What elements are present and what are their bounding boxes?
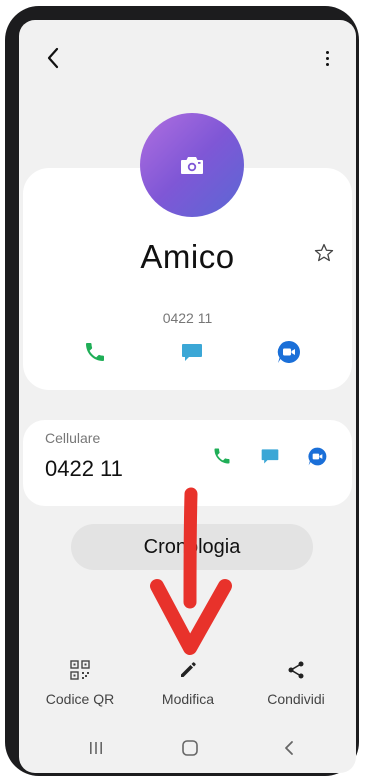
back-button[interactable]	[41, 44, 65, 72]
contact-detail-screen: Amico 0422 11 Cellulare 0422 11 Cronolog…	[19, 20, 356, 773]
edit-label: Modifica	[161, 691, 215, 707]
phone-frame: Amico 0422 11 Cellulare 0422 11 Cronolog…	[5, 6, 359, 776]
call-button[interactable]	[80, 337, 110, 367]
system-back-button[interactable]	[269, 734, 309, 762]
qr-code-label: Codice QR	[45, 691, 115, 707]
recent-apps-button[interactable]	[76, 734, 116, 762]
contact-avatar[interactable]	[140, 113, 244, 217]
history-button[interactable]: Cronologia	[71, 524, 313, 570]
camera-icon	[181, 157, 203, 174]
contact-name: Amico	[140, 238, 235, 275]
phone-type-label: Cellulare	[45, 430, 101, 446]
entry-video-call-button[interactable]	[302, 441, 332, 471]
message-icon	[261, 449, 279, 464]
pencil-icon	[181, 662, 196, 677]
phone-number-value: 0422 11	[45, 456, 123, 481]
system-navigation-bar	[19, 726, 356, 770]
video-call-icon	[307, 447, 326, 465]
phone-icon	[214, 448, 230, 464]
home-button[interactable]	[170, 734, 210, 762]
back-chevron-icon	[285, 741, 293, 755]
qr-code-icon	[70, 660, 90, 680]
bottom-action-bar: Codice QR Modifica Condividi	[19, 656, 356, 720]
video-call-button[interactable]	[274, 337, 304, 367]
qr-code-button[interactable]: Codice QR	[25, 656, 135, 720]
message-icon	[182, 344, 202, 361]
message-button[interactable]	[177, 337, 207, 367]
share-label: Condividi	[267, 691, 325, 707]
top-bar	[19, 20, 356, 80]
entry-call-button[interactable]	[207, 441, 237, 471]
share-icon	[288, 661, 304, 679]
phone-icon	[86, 343, 104, 361]
back-arrow-icon	[47, 47, 59, 69]
share-button[interactable]: Condividi	[241, 656, 351, 720]
video-call-icon	[277, 340, 300, 363]
contact-number: 0422 11	[162, 310, 213, 326]
home-icon	[182, 740, 198, 756]
entry-message-button[interactable]	[255, 441, 285, 471]
recent-apps-icon	[90, 742, 102, 754]
favorite-star-icon[interactable]	[313, 242, 337, 266]
edit-button[interactable]: Modifica	[133, 656, 243, 720]
more-options-icon[interactable]	[319, 46, 335, 70]
